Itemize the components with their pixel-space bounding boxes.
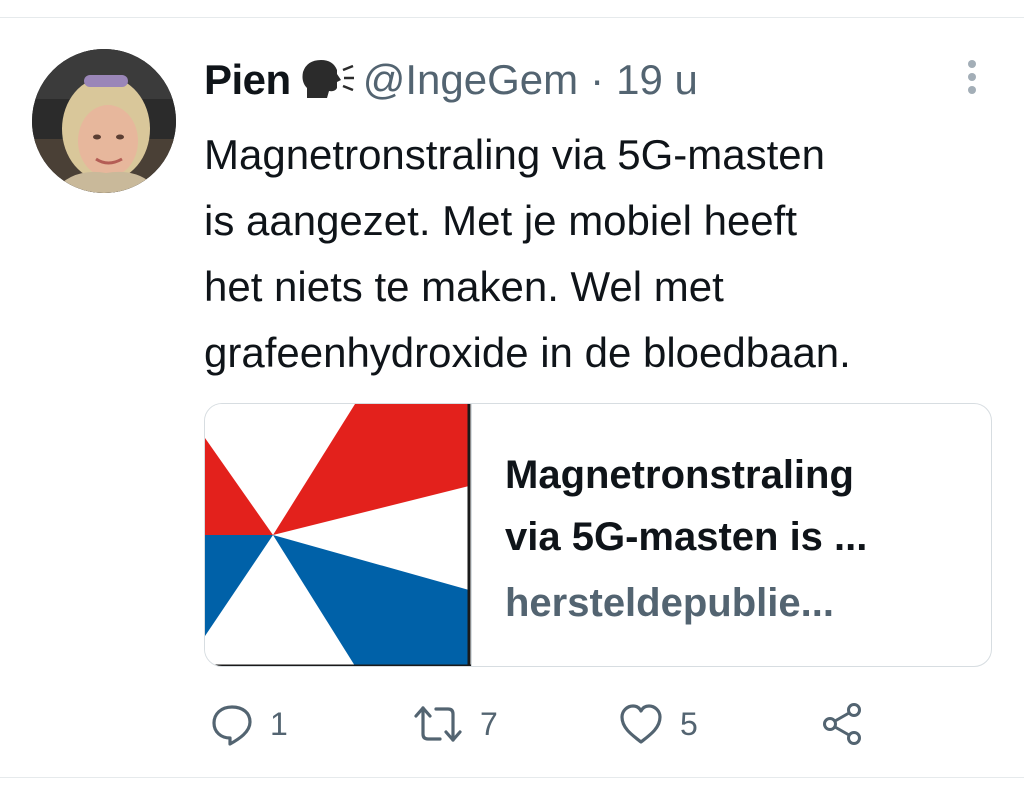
tweet-text-line: Magnetronstraling via 5G-masten xyxy=(204,131,825,178)
retweet-button[interactable]: 7 xyxy=(412,700,498,748)
bottom-divider xyxy=(0,777,1024,778)
tweet-text-line: het niets te maken. Wel met xyxy=(204,263,724,310)
retweet-icon xyxy=(414,706,462,742)
heart-icon xyxy=(620,704,662,744)
avatar[interactable] xyxy=(32,49,176,193)
reply-icon xyxy=(212,705,252,746)
avatar-photo xyxy=(32,49,176,193)
like-button[interactable]: 5 xyxy=(618,700,698,748)
separator-dot: · xyxy=(590,56,605,103)
reply-button[interactable]: 1 xyxy=(210,700,288,748)
card-thumbnail xyxy=(205,404,472,666)
share-icon xyxy=(823,703,861,745)
speaking-head-icon xyxy=(299,58,355,102)
share-button[interactable] xyxy=(820,700,864,748)
tweet-text: Magnetronstraling via 5G-masten is aange… xyxy=(204,122,1004,386)
tweet-text-line: is aangezet. Met je mobiel heeft xyxy=(204,197,798,244)
card-title-line: via 5G-masten is ... xyxy=(505,515,868,559)
display-name[interactable]: Pien xyxy=(204,56,291,104)
tweet-header: Pien @IngeGem · 19 u xyxy=(204,52,698,108)
retweet-count: 7 xyxy=(480,705,498,742)
card-domain: hersteldepublie... xyxy=(505,581,834,625)
more-options-icon[interactable] xyxy=(958,56,986,98)
top-divider xyxy=(0,17,1024,18)
action-bar: 1 7 5 xyxy=(0,700,1024,748)
card-title-line: Magnetronstraling xyxy=(505,453,854,497)
timestamp[interactable]: 19 u xyxy=(616,56,698,104)
link-preview-card[interactable]: Magnetronstraling via 5G-masten is ... h… xyxy=(204,403,992,667)
card-title: Magnetronstraling via 5G-masten is ... xyxy=(505,444,975,568)
reply-count: 1 xyxy=(270,705,288,742)
user-handle[interactable]: @IngeGem xyxy=(363,56,578,104)
tweet-text-line: grafeenhydroxide in de bloedbaan. xyxy=(204,329,851,376)
like-count: 5 xyxy=(680,705,698,742)
